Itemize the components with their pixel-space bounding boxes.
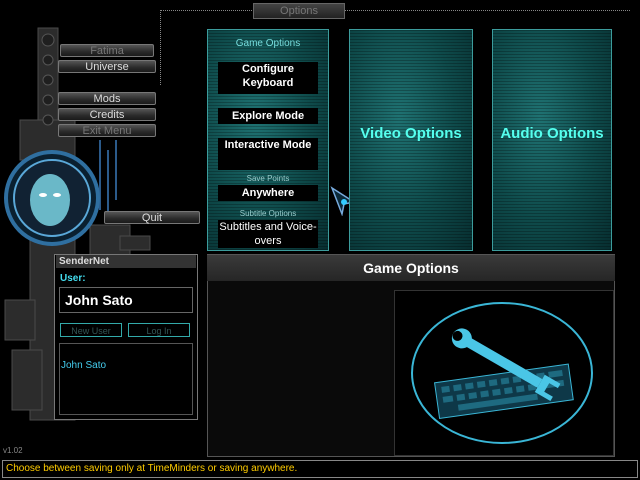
options-tab[interactable]: Options — [253, 3, 345, 19]
explore-mode-button[interactable]: Explore Mode — [218, 108, 318, 124]
universe-button[interactable]: Universe — [58, 60, 156, 73]
subtitle-options-label: Subtitle Options — [239, 209, 297, 218]
save-points-toggle[interactable]: Anywhere — [218, 185, 318, 201]
exit-menu-button[interactable]: Exit Menu — [58, 124, 156, 137]
status-bar: Choose between saving only at TimeMinder… — [2, 460, 638, 478]
user-field[interactable]: John Sato — [59, 287, 193, 313]
fatima-button[interactable]: Fatima — [60, 44, 154, 57]
preview-title: Game Options — [207, 255, 615, 281]
video-options-label: Video Options — [360, 125, 462, 142]
side-divider — [160, 10, 161, 85]
save-points-label: Save Points — [246, 174, 290, 183]
new-user-button[interactable]: New User — [60, 323, 122, 337]
user-list[interactable] — [59, 343, 193, 415]
subtitle-options-toggle[interactable]: Subtitles and Voice-overs — [218, 220, 318, 248]
version-label: v1.02 — [3, 446, 23, 455]
user-label: User: — [60, 273, 86, 284]
top-divider — [160, 10, 630, 11]
sendernet-title: SenderNet — [56, 255, 196, 268]
mods-button[interactable]: Mods — [58, 92, 156, 105]
log-in-button[interactable]: Log In — [128, 323, 190, 337]
keyboard-wrench-icon — [411, 302, 593, 444]
preview-image — [394, 290, 614, 456]
quit-button[interactable]: Quit — [104, 211, 200, 224]
game-options-heading: Game Options — [235, 38, 301, 49]
audio-options-label: Audio Options — [500, 125, 604, 142]
configure-keyboard-button[interactable]: Configure Keyboard — [218, 62, 318, 94]
audio-options-panel[interactable]: Audio Options — [492, 29, 612, 251]
list-item[interactable]: John Sato — [61, 360, 106, 371]
interactive-mode-button[interactable]: Interactive Mode — [218, 138, 318, 170]
video-options-panel[interactable]: Video Options — [349, 29, 473, 251]
credits-button[interactable]: Credits — [58, 108, 156, 121]
game-options-column: Game Options Configure Keyboard Explore … — [207, 29, 329, 251]
